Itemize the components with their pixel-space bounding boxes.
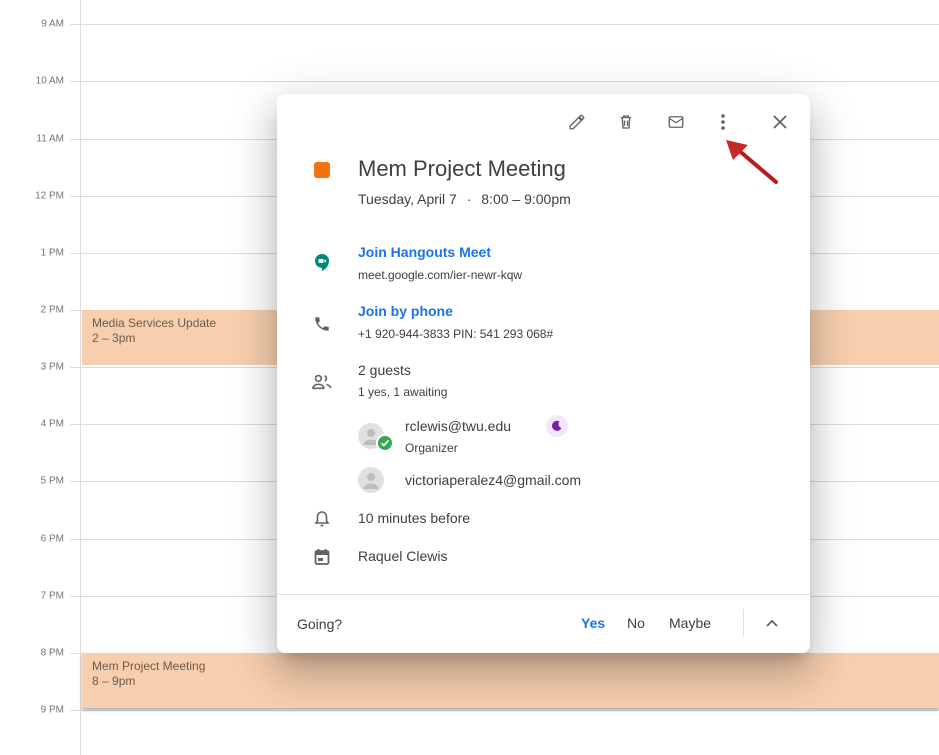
event-title: Mem Project Meeting	[92, 659, 206, 673]
hour-tick	[70, 24, 80, 25]
time-label-7pm: 7 PM	[40, 590, 64, 602]
hour-tick	[70, 196, 80, 197]
guest-email[interactable]: rclewis@twu.edu	[405, 418, 511, 434]
hour-tick	[70, 81, 80, 82]
more-vert-icon	[721, 114, 725, 130]
phone-icon	[310, 312, 334, 336]
delete-button[interactable]	[611, 107, 641, 137]
event-title: Mem Project Meeting	[358, 156, 566, 181]
event-details-popup: Mem Project Meeting Tuesday, April 7 · 8…	[277, 94, 810, 653]
time-label-1pm: 1 PM	[40, 247, 64, 259]
time-label-4pm: 4 PM	[40, 418, 64, 430]
hour-tick	[70, 481, 80, 482]
edit-button[interactable]	[562, 107, 592, 137]
time-label-2pm: 2 PM	[40, 304, 64, 316]
separator: ·	[466, 191, 472, 207]
hour-tick	[70, 310, 80, 311]
phone-details: +1 920-944-3833 PIN: 541 293 068#	[358, 327, 554, 341]
chevron-up-icon	[766, 619, 778, 627]
time-label-9am: 9 AM	[41, 18, 64, 30]
hour-tick	[70, 367, 80, 368]
hour-tick	[70, 710, 80, 711]
calendar-icon	[310, 545, 334, 569]
time-label-10am: 10 AM	[35, 75, 64, 87]
join-by-phone-link[interactable]: Join by phone	[358, 303, 453, 319]
time-label-11am: 11 AM	[36, 133, 64, 145]
time-label-12pm: 12 PM	[35, 190, 64, 202]
check-icon	[380, 439, 390, 447]
event-time: 8 – 9pm	[92, 674, 136, 688]
calendar-owner: Raquel Clewis	[358, 548, 448, 564]
going-label: Going?	[297, 616, 343, 632]
guest-count: 2 guests	[358, 362, 411, 378]
hour-line	[80, 710, 939, 711]
grid-vertical-line	[80, 0, 81, 755]
hour-tick	[70, 253, 80, 254]
join-hangouts-link[interactable]: Join Hangouts Meet	[358, 244, 491, 260]
hour-tick	[70, 424, 80, 425]
hour-line	[80, 81, 939, 82]
event-color-square	[314, 162, 330, 178]
rsvp-no-button[interactable]: No	[627, 615, 645, 631]
event-date: Tuesday, April 7	[358, 191, 457, 207]
footer-divider	[277, 594, 810, 595]
reminder-text: 10 minutes before	[358, 510, 471, 526]
hour-tick	[70, 539, 80, 540]
bell-icon	[310, 507, 334, 531]
email-guests-button[interactable]	[661, 107, 691, 137]
moon-icon	[546, 415, 568, 437]
hour-tick	[70, 139, 80, 140]
event-time: 8:00 – 9:00pm	[481, 191, 571, 207]
time-label-5pm: 5 PM	[40, 475, 64, 487]
hangouts-meet-icon	[310, 250, 334, 274]
rsvp-divider	[743, 609, 744, 637]
guest-email[interactable]: victoriaperalez4@gmail.com	[405, 472, 581, 488]
guest-role: Organizer	[405, 441, 458, 455]
trash-icon	[620, 115, 632, 129]
time-label-6pm: 6 PM	[40, 533, 64, 545]
envelope-icon	[668, 116, 684, 128]
red-arrow-annotation	[726, 140, 778, 184]
expand-rsvp-button[interactable]	[757, 608, 787, 638]
more-options-button[interactable]	[708, 107, 738, 137]
pencil-icon	[569, 114, 585, 130]
guests-icon	[310, 370, 334, 394]
hour-tick	[70, 596, 80, 597]
rsvp-maybe-button[interactable]: Maybe	[669, 615, 711, 631]
time-label-9pm: 9 PM	[40, 704, 64, 716]
avatar	[358, 467, 384, 493]
event-date-time: Tuesday, April 7 · 8:00 – 9:00pm	[358, 191, 571, 207]
guest-rsvp-summary: 1 yes, 1 awaiting	[358, 385, 448, 399]
hour-tick	[70, 653, 80, 654]
close-icon	[773, 115, 787, 129]
time-label-8pm: 8 PM	[40, 647, 64, 659]
time-label-3pm: 3 PM	[40, 361, 64, 373]
hour-line	[80, 24, 939, 25]
close-button[interactable]	[765, 107, 795, 137]
event-mem-project-meeting[interactable]: Mem Project Meeting 8 – 9pm	[82, 653, 939, 708]
rsvp-yes-button[interactable]: Yes	[581, 615, 605, 631]
hangouts-url: meet.google.com/ier-newr-kqw	[358, 268, 523, 282]
accepted-check-badge	[376, 434, 394, 452]
